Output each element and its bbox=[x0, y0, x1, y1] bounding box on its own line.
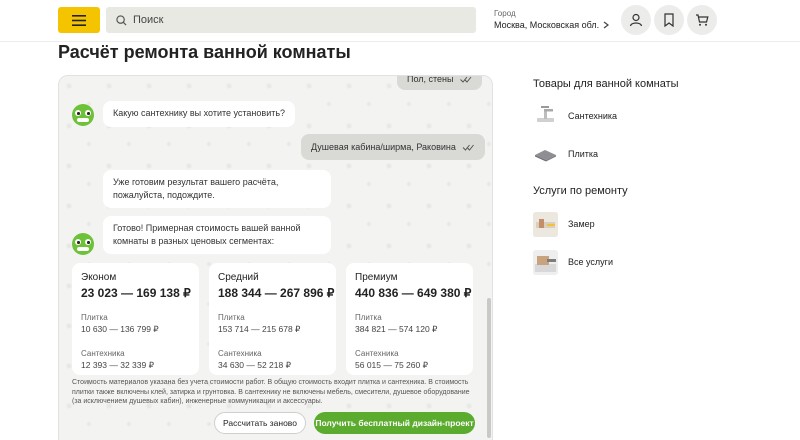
price-card-middle: Средний 188 344 — 267 896 ₽ Плитка 153 7… bbox=[209, 263, 336, 375]
disclaimer-text: Стоимость материалов указана без учета с… bbox=[72, 379, 470, 405]
city-selector[interactable]: Город Москва, Московская обл. bbox=[494, 9, 614, 30]
user-message: Пол, стены bbox=[397, 76, 482, 90]
chevron-right-icon bbox=[603, 21, 610, 29]
user-icon bbox=[629, 13, 643, 27]
sidebar-item-all-services[interactable]: Все услуги bbox=[533, 249, 613, 275]
plumbing-label: Сантехника bbox=[81, 349, 125, 358]
double-check-icon bbox=[459, 76, 471, 83]
tile-range: 384 821 — 574 120 ₽ bbox=[355, 324, 438, 334]
calculator-chat: Пол, стены Какую сантехнику вы хотите ус… bbox=[58, 75, 493, 440]
bot-avatar bbox=[72, 233, 94, 255]
plumbing-range: 34 630 — 52 218 ₽ bbox=[218, 360, 291, 370]
plumbing-label: Сантехника bbox=[218, 349, 262, 358]
plumbing-label: Сантехника bbox=[355, 349, 399, 358]
cart-button[interactable] bbox=[687, 5, 717, 35]
bot-message: Готово! Примерная стоимость вашей ванной… bbox=[103, 216, 331, 254]
sidebar-item-label: Все услуги bbox=[568, 257, 613, 267]
bot-message: Уже готовим результат вашего расчёта, по… bbox=[103, 170, 331, 208]
get-design-project-button[interactable]: Получить бесплатный дизайн-проект bbox=[314, 412, 475, 434]
plumbing-range: 56 015 — 75 260 ₽ bbox=[355, 360, 428, 370]
favorites-button[interactable] bbox=[654, 5, 684, 35]
sidebar-item-label: Сантехника bbox=[568, 111, 618, 121]
recalculate-button[interactable]: Рассчитать заново bbox=[214, 412, 306, 434]
sidebar-item-tiles[interactable]: Плитка bbox=[533, 141, 598, 167]
tile-label: Плитка bbox=[355, 313, 382, 322]
goods-section-title: Товары для ванной комнаты bbox=[533, 78, 679, 90]
sidebar-item-label: Замер bbox=[568, 219, 595, 229]
price-tier: Средний bbox=[218, 272, 259, 283]
tile-label: Плитка bbox=[81, 313, 108, 322]
bot-message: Какую сантехнику вы хотите установить? bbox=[103, 101, 296, 127]
search-input[interactable]: Поиск bbox=[106, 7, 476, 33]
tiles-thumbnail bbox=[533, 142, 558, 167]
tile-range: 10 630 — 136 799 ₽ bbox=[81, 324, 159, 334]
plumbing-range: 12 393 — 32 339 ₽ bbox=[81, 360, 154, 370]
price-tier: Премиум bbox=[355, 272, 398, 283]
services-section-title: Услуги по ремонту bbox=[533, 185, 628, 197]
user-message: Душевая кабина/ширма, Раковина bbox=[301, 134, 485, 160]
double-check-icon bbox=[462, 144, 474, 151]
profile-button[interactable] bbox=[621, 5, 651, 35]
price-card-premium: Премиум 440 836 — 649 380 ₽ Плитка 384 8… bbox=[346, 263, 473, 375]
top-header: Поиск Город Москва, Московская обл. bbox=[0, 0, 800, 42]
chat-scrollbar[interactable] bbox=[487, 298, 491, 438]
search-placeholder: Поиск bbox=[133, 14, 164, 26]
cart-icon bbox=[696, 14, 709, 26]
price-range: 440 836 — 649 380 ₽ bbox=[355, 286, 472, 300]
all-services-thumbnail bbox=[533, 249, 558, 275]
plumbing-thumbnail bbox=[533, 104, 558, 129]
tile-label: Плитка bbox=[218, 313, 245, 322]
measurement-thumbnail bbox=[533, 211, 558, 237]
sidebar-item-measurement[interactable]: Замер bbox=[533, 211, 595, 237]
sidebar-item-plumbing[interactable]: Сантехника bbox=[533, 103, 617, 129]
search-icon bbox=[116, 14, 127, 26]
price-range: 188 344 — 267 896 ₽ bbox=[218, 286, 335, 300]
price-card-economy: Эконом 23 023 — 169 138 ₽ Плитка 10 630 … bbox=[72, 263, 199, 375]
sidebar-item-label: Плитка bbox=[568, 149, 599, 159]
bot-avatar bbox=[72, 104, 94, 126]
city-value: Москва, Московская обл. bbox=[494, 20, 600, 30]
price-tier: Эконом bbox=[81, 272, 117, 283]
bookmark-icon bbox=[664, 13, 674, 27]
city-label: Город bbox=[494, 9, 516, 18]
menu-button[interactable] bbox=[58, 7, 100, 33]
menu-icon bbox=[72, 14, 86, 26]
page-title: Расчёт ремонта ванной комнаты bbox=[58, 42, 351, 62]
price-range: 23 023 — 169 138 ₽ bbox=[81, 286, 191, 300]
tile-range: 153 714 — 215 678 ₽ bbox=[218, 324, 301, 334]
